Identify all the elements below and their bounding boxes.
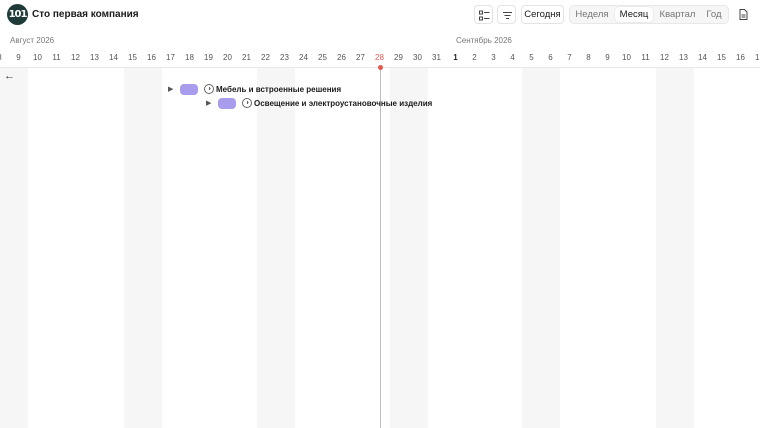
day-number: 30 bbox=[413, 53, 422, 62]
day-number: 21 bbox=[242, 53, 251, 62]
day-number: 29 bbox=[394, 53, 403, 62]
clock-icon bbox=[204, 84, 214, 94]
clock-icon bbox=[242, 98, 252, 108]
day-number: 31 bbox=[432, 53, 441, 62]
day-number: 22 bbox=[261, 53, 270, 62]
day-number: 23 bbox=[280, 53, 289, 62]
day-number: 13 bbox=[679, 53, 688, 62]
day-number: 18 bbox=[185, 53, 194, 62]
view-month[interactable]: Месяц bbox=[615, 7, 653, 22]
weekend-column bbox=[124, 68, 162, 428]
day-number: 20 bbox=[223, 53, 232, 62]
day-number: 27 bbox=[356, 53, 365, 62]
day-number: 10 bbox=[33, 53, 42, 62]
weekend-column bbox=[522, 68, 560, 428]
today-line bbox=[380, 66, 381, 428]
view-quarter[interactable]: Квартал bbox=[657, 7, 698, 22]
weekend-column bbox=[390, 68, 428, 428]
month-label-august: Август 2026 bbox=[10, 36, 55, 45]
month-label-september: Сентябрь 2026 bbox=[456, 36, 512, 45]
day-number: 9 bbox=[605, 53, 610, 62]
expand-caret-icon[interactable]: ▶ bbox=[168, 84, 173, 96]
filter-icon bbox=[503, 12, 512, 19]
task-bar[interactable] bbox=[180, 84, 198, 95]
back-arrow-icon[interactable]: ← bbox=[4, 70, 15, 82]
day-number: 8 bbox=[586, 53, 591, 62]
day-number: 16 bbox=[736, 53, 745, 62]
today-marker bbox=[378, 65, 383, 70]
document-icon bbox=[739, 9, 748, 20]
day-number: 26 bbox=[337, 53, 346, 62]
task-row[interactable]: ▶ Мебель и встроенные решения bbox=[168, 84, 368, 96]
view-year[interactable]: Год bbox=[701, 7, 727, 22]
day-number: 19 bbox=[204, 53, 213, 62]
day-number: 17 bbox=[755, 53, 760, 62]
day-number: 15 bbox=[717, 53, 726, 62]
day-number: 8 bbox=[0, 53, 9, 62]
day-number: 3 bbox=[491, 53, 496, 62]
day-number: 28 bbox=[375, 53, 384, 62]
company-name: Сто первая компания bbox=[32, 9, 139, 20]
task-bar[interactable] bbox=[218, 98, 236, 109]
day-number: 7 bbox=[567, 53, 572, 62]
day-number: 25 bbox=[318, 53, 327, 62]
filter-button[interactable] bbox=[497, 5, 516, 24]
weekend-column bbox=[257, 68, 295, 428]
day-number: 16 bbox=[147, 53, 156, 62]
task-label: Мебель и встроенные решения bbox=[216, 85, 342, 94]
expand-caret-icon[interactable]: ▶ bbox=[206, 98, 211, 110]
today-button[interactable]: Сегодня bbox=[521, 5, 564, 24]
company-logo[interactable]: 101 bbox=[7, 4, 28, 25]
day-number: 14 bbox=[109, 53, 118, 62]
day-number: 12 bbox=[660, 53, 669, 62]
view-week[interactable]: Неделя bbox=[573, 7, 611, 22]
task-row[interactable]: ▶ Освещение и электроустановочные издели… bbox=[206, 98, 432, 110]
day-number: 13 bbox=[90, 53, 99, 62]
day-number: 24 bbox=[299, 53, 308, 62]
export-button[interactable] bbox=[734, 5, 753, 24]
weekend-column bbox=[656, 68, 694, 428]
task-label: Освещение и электроустановочные изделия bbox=[254, 99, 433, 108]
day-number: 6 bbox=[548, 53, 553, 62]
checklist-button[interactable] bbox=[474, 5, 493, 24]
day-number: 11 bbox=[641, 53, 650, 62]
day-number: 17 bbox=[166, 53, 175, 62]
weekend-column bbox=[0, 68, 28, 428]
view-switcher: Неделя Месяц Квартал Год bbox=[569, 5, 729, 24]
day-number: 2 bbox=[472, 53, 477, 62]
day-number: 1 bbox=[453, 53, 458, 62]
day-number: 12 bbox=[71, 53, 80, 62]
day-number: 10 bbox=[622, 53, 631, 62]
day-number: 15 bbox=[128, 53, 137, 62]
checklist-icon bbox=[479, 10, 490, 21]
day-number: 5 bbox=[529, 53, 534, 62]
day-number: 9 bbox=[16, 53, 21, 62]
top-header: 101 Сто первая компания Сегодня Неделя М… bbox=[0, 0, 760, 30]
day-number: 4 bbox=[510, 53, 515, 62]
day-number: 11 bbox=[52, 53, 61, 62]
day-number: 14 bbox=[698, 53, 707, 62]
